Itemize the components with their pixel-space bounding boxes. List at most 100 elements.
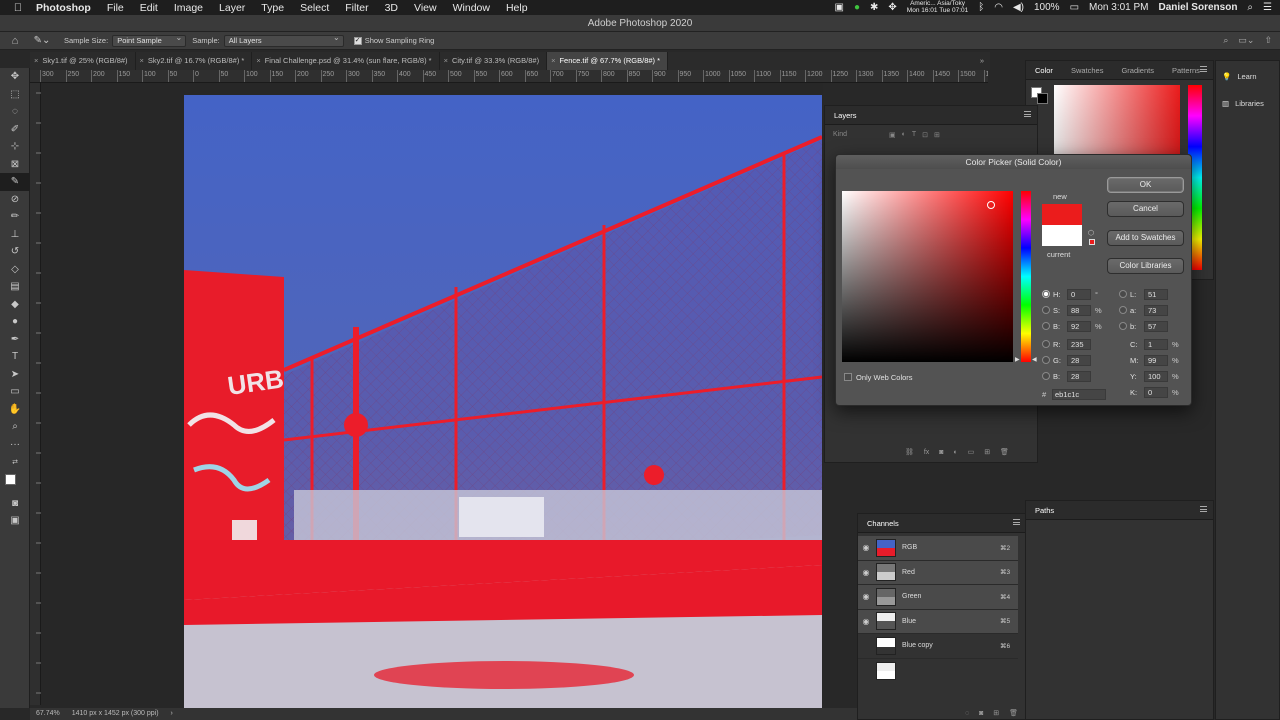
brightness-radio[interactable] bbox=[1042, 322, 1050, 330]
link-icon[interactable]: ⛓ bbox=[905, 448, 914, 456]
panel-menu-icon[interactable] bbox=[1013, 519, 1020, 525]
eye-icon[interactable]: ◉ bbox=[858, 543, 874, 552]
channel-row-red[interactable]: ◉ Red ⌘3 bbox=[858, 560, 1018, 585]
share-icon[interactable]: ⇧ bbox=[1264, 35, 1272, 46]
channel-row-blue[interactable]: ◉ Blue ⌘5 bbox=[858, 609, 1018, 634]
filter-pixel-icon[interactable]: ▣ bbox=[889, 131, 896, 139]
doc-info[interactable]: 1410 px x 1452 px (300 ppi) bbox=[72, 708, 159, 720]
status-dot-icon[interactable]: ● bbox=[854, 2, 860, 13]
folder-icon[interactable]: ▭ bbox=[968, 448, 975, 456]
search-icon[interactable]: ⌕ bbox=[1223, 35, 1228, 46]
user-name[interactable]: Daniel Sorenson bbox=[1159, 2, 1238, 13]
filter-shape-icon[interactable]: ⊡ bbox=[922, 131, 928, 139]
tab-layers[interactable]: Layers bbox=[825, 111, 866, 120]
tab-sky1[interactable]: × Sky1.tif @ 25% (RGB/8#) bbox=[30, 52, 136, 70]
blur-tool-icon[interactable]: ◆ bbox=[0, 296, 30, 314]
apple-icon[interactable]:  bbox=[0, 2, 36, 14]
zoom-level[interactable]: 67.74% bbox=[36, 708, 60, 720]
mask-icon[interactable]: ◙ bbox=[939, 449, 943, 456]
yellow-input[interactable]: 100 bbox=[1144, 370, 1168, 382]
type-tool-icon[interactable]: T bbox=[0, 348, 30, 366]
lab-b-input[interactable]: 57 bbox=[1144, 320, 1168, 332]
color-picker-cursor[interactable] bbox=[987, 201, 995, 209]
only-web-colors-checkbox[interactable] bbox=[844, 373, 852, 381]
tab-gradients[interactable]: Gradients bbox=[1112, 66, 1163, 75]
learn-item[interactable]: 💡 Learn bbox=[1222, 72, 1257, 81]
menu-window[interactable]: Window bbox=[445, 2, 498, 14]
kind-filter[interactable]: Kind bbox=[833, 131, 883, 139]
channel-row-blue-copy[interactable]: Blue copy ⌘6 bbox=[858, 634, 1018, 659]
status-arrow-icon[interactable]: › bbox=[171, 708, 173, 720]
quick-select-tool-icon[interactable]: ✐ bbox=[0, 121, 30, 139]
volume-icon[interactable]: ◀) bbox=[1013, 2, 1024, 13]
menu-type[interactable]: Type bbox=[253, 2, 292, 14]
menu-layer[interactable]: Layer bbox=[211, 2, 253, 14]
wifi-icon[interactable]: ◠ bbox=[994, 2, 1003, 13]
tab-paths[interactable]: Paths bbox=[1026, 506, 1063, 515]
screen-icon[interactable]: ▣ bbox=[835, 2, 844, 13]
history-brush-icon[interactable]: ↺ bbox=[0, 243, 30, 261]
list-icon[interactable]: ☰ bbox=[1263, 2, 1272, 13]
marquee-tool-icon[interactable]: ⬚ bbox=[0, 86, 30, 104]
adjustment-icon[interactable]: ◐ bbox=[953, 449, 957, 456]
tab-channels[interactable]: Channels bbox=[858, 519, 908, 528]
search-icon[interactable]: ⌕ bbox=[1247, 2, 1253, 13]
world-clock[interactable]: Americ... Asia/Toky Mon 16:01 Tue 07:01 bbox=[907, 0, 968, 14]
saturation-input[interactable]: 88 bbox=[1067, 304, 1091, 316]
load-selection-icon[interactable]: ◌ bbox=[965, 710, 969, 717]
app-menu[interactable]: Photoshop bbox=[36, 2, 99, 14]
foreground-color-swatch[interactable] bbox=[5, 473, 16, 485]
trash-icon[interactable]: 🗑 bbox=[1009, 709, 1018, 717]
cancel-button[interactable]: Cancel bbox=[1107, 201, 1184, 217]
swap-colors-icon[interactable]: ⇄ bbox=[0, 453, 30, 471]
sample-size-select[interactable]: Point Sample bbox=[112, 33, 187, 47]
eyedropper-tool-icon[interactable]: ✎ bbox=[0, 173, 30, 191]
lab-a-radio[interactable] bbox=[1119, 306, 1127, 314]
gamut-warning-icon[interactable]: ⬡ bbox=[1088, 229, 1094, 237]
lab-l-radio[interactable] bbox=[1119, 290, 1127, 298]
channel-row-alpha[interactable] bbox=[858, 659, 1018, 684]
tabs-overflow-icon[interactable]: » bbox=[980, 52, 990, 70]
filter-type-icon[interactable]: T bbox=[912, 131, 916, 139]
new-layer-icon[interactable]: ⊞ bbox=[984, 448, 990, 456]
more-tools-icon[interactable]: ··· bbox=[0, 436, 30, 454]
panel-menu-icon[interactable] bbox=[1200, 66, 1207, 72]
hue-slider-arrow-left-icon[interactable]: ▶ bbox=[1015, 356, 1020, 363]
eraser-tool-icon[interactable]: ◇ bbox=[0, 261, 30, 279]
crop-tool-icon[interactable]: ⊹ bbox=[0, 138, 30, 156]
filter-smart-icon[interactable]: ⊞ bbox=[934, 131, 940, 139]
filter-adjust-icon[interactable]: ◐ bbox=[902, 131, 906, 139]
hex-input[interactable]: eb1c1c bbox=[1052, 388, 1106, 400]
color-panel-bg-swatch[interactable] bbox=[1037, 93, 1048, 104]
screen-mode-icon[interactable]: ▣ bbox=[0, 512, 30, 530]
saturation-brightness-field[interactable] bbox=[842, 191, 1013, 362]
close-icon[interactable]: × bbox=[444, 52, 448, 70]
menu-3d[interactable]: 3D bbox=[377, 2, 406, 14]
quick-mask-icon[interactable]: ◙ bbox=[0, 495, 30, 513]
red-input[interactable]: 235 bbox=[1067, 338, 1091, 350]
pen-tool-icon[interactable]: ✒ bbox=[0, 331, 30, 349]
libraries-item[interactable]: ▥ Libraries bbox=[1222, 99, 1264, 108]
lab-a-input[interactable]: 73 bbox=[1144, 304, 1168, 316]
new-channel-icon[interactable]: ⊞ bbox=[993, 709, 999, 717]
menu-help[interactable]: Help bbox=[498, 2, 536, 14]
blue-radio[interactable] bbox=[1042, 372, 1050, 380]
settings-icon[interactable]: ✱ bbox=[870, 2, 878, 13]
menu-clock[interactable]: Mon 3:01 PM bbox=[1089, 2, 1148, 13]
green-input[interactable]: 28 bbox=[1067, 354, 1091, 366]
hue-slider[interactable] bbox=[1021, 191, 1031, 362]
magenta-input[interactable]: 99 bbox=[1144, 354, 1168, 366]
channel-row-rgb[interactable]: ◉ RGB ⌘2 bbox=[858, 536, 1018, 561]
tab-swatches[interactable]: Swatches bbox=[1062, 66, 1113, 75]
brush-tool-icon[interactable]: ✏ bbox=[0, 208, 30, 226]
shape-tool-icon[interactable]: ▭ bbox=[0, 383, 30, 401]
tab-fence[interactable]: × Fence.tif @ 67.7% (RGB/8#) * bbox=[547, 52, 669, 70]
lab-l-input[interactable]: 51 bbox=[1144, 288, 1168, 300]
move-tool-icon[interactable]: ✥ bbox=[0, 68, 30, 86]
close-icon[interactable]: × bbox=[34, 52, 38, 70]
current-color-swatch[interactable] bbox=[1042, 225, 1082, 246]
menu-edit[interactable]: Edit bbox=[132, 2, 166, 14]
fx-icon[interactable]: fx bbox=[924, 449, 929, 456]
saturation-radio[interactable] bbox=[1042, 306, 1050, 314]
tab-color[interactable]: Color bbox=[1026, 66, 1062, 75]
